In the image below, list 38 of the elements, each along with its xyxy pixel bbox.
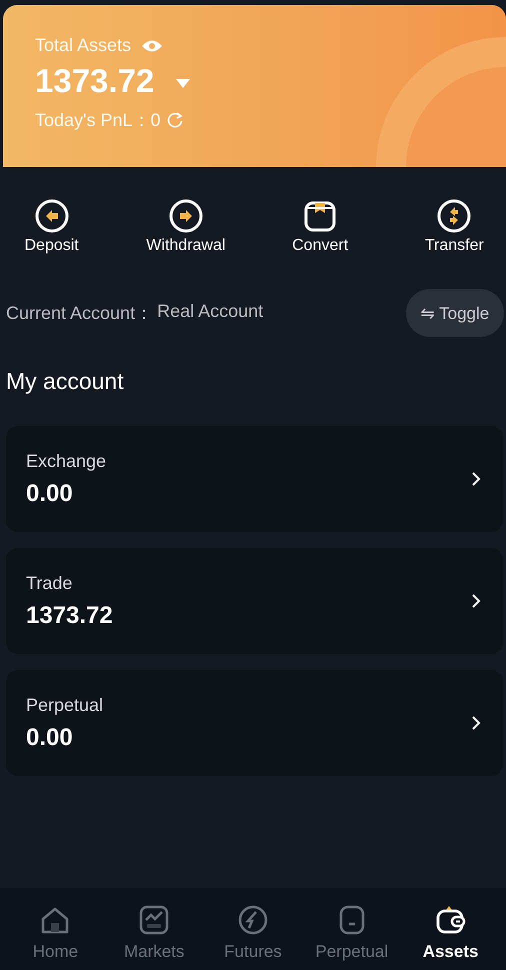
nav-tab[interactable]: Futures <box>204 888 302 970</box>
arrow-right-icon <box>168 199 203 233</box>
account-name: Trade <box>26 572 74 594</box>
account-balance: 0.00 <box>26 480 74 508</box>
account-label: Current Account： <box>6 302 154 325</box>
account-card[interactable]: Perpetual 0.00 <box>6 670 503 776</box>
account-value: Real Account <box>157 301 264 323</box>
total-assets-value: 1373.72 <box>35 62 154 100</box>
account-balance: 1373.72 <box>26 602 113 630</box>
account-name: Perpetual <box>26 694 104 716</box>
refresh-icon[interactable] <box>166 112 183 128</box>
deposit-button[interactable]: Deposit <box>0 199 104 255</box>
toggle-button[interactable]: ⇋ Toggle <box>406 289 504 337</box>
eye-icon[interactable] <box>141 38 164 52</box>
pnl-text: Today's PnL：0 <box>35 109 161 132</box>
arrow-left-icon <box>34 199 69 233</box>
swap-icon <box>437 199 472 233</box>
account-balance: 0.00 <box>26 724 74 752</box>
chevron-right-icon <box>471 715 481 731</box>
transfer-button[interactable]: Transfer <box>402 199 506 255</box>
nav-tab[interactable]: Perpetual <box>302 888 402 970</box>
chevron-right-icon <box>471 593 481 609</box>
nav-tab[interactable]: Assets <box>401 888 500 970</box>
withdrawal-button[interactable]: Withdrawal <box>134 199 238 255</box>
account-card[interactable]: Exchange 0.00 <box>6 426 503 532</box>
nav-tab[interactable]: Markets <box>104 888 204 970</box>
section-title: My account <box>6 368 125 395</box>
dropdown-icon[interactable] <box>176 78 190 88</box>
total-assets-label: Total Assets <box>35 35 132 56</box>
lightning-icon <box>236 904 269 936</box>
convert-button[interactable]: Convert <box>268 199 372 255</box>
chevron-right-icon <box>471 471 481 487</box>
chart-icon <box>138 904 170 936</box>
card-icon <box>303 199 338 233</box>
account-card[interactable]: Trade 1373.72 <box>6 548 503 654</box>
wallet-icon <box>434 904 467 936</box>
account-name: Exchange <box>26 450 106 472</box>
nav-tab[interactable]: Home <box>6 888 105 970</box>
